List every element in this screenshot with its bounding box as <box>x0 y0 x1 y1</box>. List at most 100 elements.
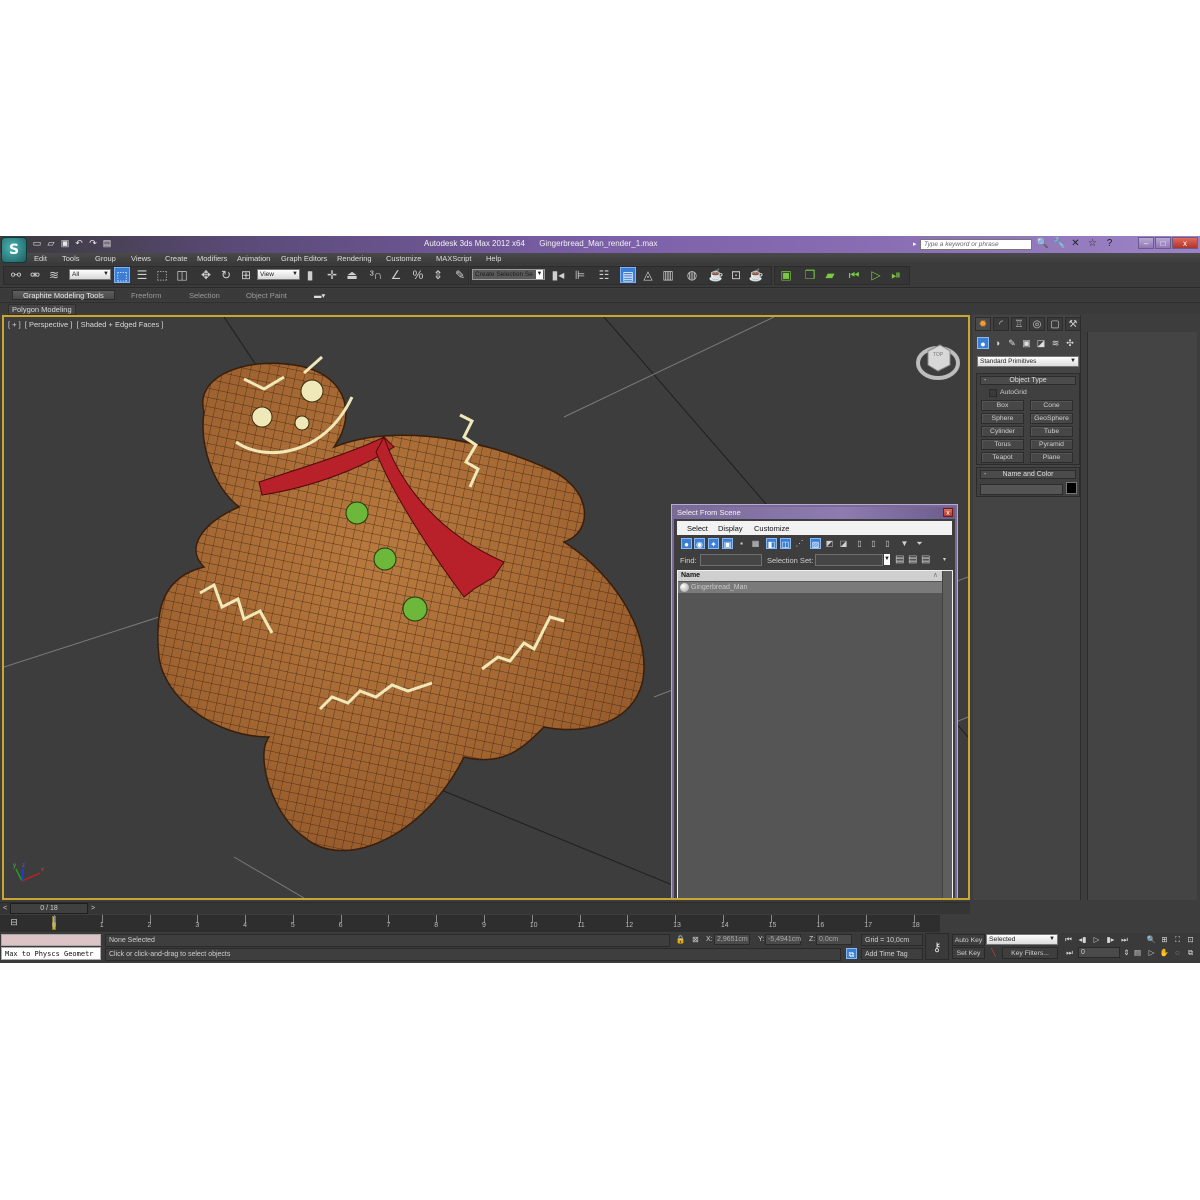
info-center-search-input[interactable]: Type a keyword or phrase <box>920 239 1032 250</box>
satellite-icon[interactable]: ✕ <box>1070 238 1081 250</box>
redo-icon[interactable]: ↷ <box>88 238 98 249</box>
physx-reset-icon[interactable]: ⏮ <box>846 267 862 283</box>
ribbon-options-icon[interactable]: ▬▾ <box>314 291 325 300</box>
display-geometry-icon[interactable]: ● <box>681 538 692 549</box>
create-box-button[interactable]: Box <box>981 400 1024 411</box>
list-scrollbar[interactable] <box>942 571 952 898</box>
go-to-end-icon[interactable]: ⏭ <box>1119 934 1130 945</box>
curve-editor-icon[interactable]: ◬ <box>640 267 656 283</box>
pan-icon[interactable]: ✋ <box>1159 947 1170 958</box>
viewport-point-of-view-menu[interactable]: [ Perspective ] <box>25 320 73 329</box>
schematic-view-icon[interactable]: ▥ <box>660 267 676 283</box>
pivot-center-icon[interactable]: ▮ <box>302 267 318 283</box>
binoculars-icon[interactable]: 🔍 <box>1036 238 1048 250</box>
create-sphere-button[interactable]: Sphere <box>981 413 1024 424</box>
modify-tab-icon[interactable]: ◜ <box>993 317 1009 331</box>
maximize-viewport-icon[interactable]: ⧉ <box>1185 947 1196 958</box>
wrench-icon[interactable]: 🔧 <box>1053 238 1065 250</box>
create-tube-button[interactable]: Tube <box>1030 426 1073 437</box>
x-coord-input[interactable]: 2,9651cm <box>714 934 750 945</box>
window-crossing-icon[interactable]: ◫ <box>174 267 190 283</box>
menu-modifiers[interactable]: Modifiers <box>197 254 227 263</box>
dialog-menu-select[interactable]: Select <box>687 524 708 533</box>
dialog-menu-customize[interactable]: Customize <box>754 524 789 533</box>
menu-rendering[interactable]: Rendering <box>337 254 372 263</box>
display-bones-icon[interactable]: ⋰ <box>794 538 805 549</box>
rotate-icon[interactable]: ↻ <box>218 267 234 283</box>
select-and-link-icon[interactable]: ⚯ <box>8 267 24 283</box>
display-xrefs-icon[interactable]: ◫ <box>780 538 791 549</box>
menu-animation[interactable]: Animation <box>237 254 270 263</box>
polygon-modeling-panel[interactable]: Polygon Modeling <box>8 304 76 315</box>
primitive-category-dropdown[interactable]: Standard Primitives ▼ <box>977 356 1079 367</box>
display-spacewarps-icon[interactable]: ▦ <box>750 538 761 549</box>
maxscript-mini-listener-input[interactable]: Max to Physcs Geometr <box>1 947 101 960</box>
object-color-swatch[interactable] <box>1066 482 1077 494</box>
orbit-icon[interactable]: ◌ <box>1172 947 1183 958</box>
display-cameras-icon[interactable]: ▣ <box>722 538 733 549</box>
remove-selection-set-icon[interactable]: ▤ <box>921 554 930 565</box>
object-name-input[interactable] <box>980 484 1063 495</box>
snaps-toggle-icon[interactable]: ³∩ <box>368 267 384 283</box>
previous-frame-icon[interactable]: ◂▮ <box>1077 934 1088 945</box>
gingerbread-man-model[interactable] <box>157 355 645 852</box>
menu-help[interactable]: Help <box>486 254 501 263</box>
keyboard-shortcut-toggle-icon[interactable]: ⏏ <box>344 267 360 283</box>
menu-create[interactable]: Create <box>165 254 188 263</box>
open-file-icon[interactable]: ▱ <box>46 238 56 249</box>
display-frozen-icon[interactable]: ◩ <box>824 538 835 549</box>
display-shapes-icon[interactable]: ◉ <box>694 538 705 549</box>
scene-object-list[interactable]: Name ∧ Gingerbread_Man <box>677 570 953 898</box>
select-object-icon[interactable]: ⬚ <box>114 267 130 283</box>
new-file-icon[interactable]: ▭ <box>32 238 42 249</box>
angle-snap-icon[interactable]: ∠ <box>388 267 404 283</box>
percent-snap-icon[interactable]: % <box>410 267 426 283</box>
close-button[interactable]: x <box>1172 237 1198 249</box>
render-production-icon[interactable]: ☕ <box>748 267 764 283</box>
zoom-extents-icon[interactable]: ⛶ <box>1172 934 1183 945</box>
named-selection-sets-dropdown[interactable]: Create Selection Se ▼ <box>472 269 545 280</box>
create-tab-icon[interactable]: ✹ <box>975 317 991 331</box>
z-coord-input[interactable]: 0,0cm <box>816 934 852 945</box>
space-warps-icon[interactable]: ≋ <box>1050 337 1062 349</box>
y-coord-input[interactable]: -5,4941cm <box>765 934 801 945</box>
manipulate-icon[interactable]: ✛ <box>324 267 340 283</box>
key-mode-toggle-icon[interactable]: ⏭ <box>1064 947 1075 958</box>
zoom-extents-all-icon[interactable]: ⊡ <box>1185 934 1196 945</box>
field-of-view-icon[interactable]: ▷ <box>1146 947 1157 958</box>
move-icon[interactable]: ✥ <box>198 267 214 283</box>
absolute-mode-transform-icon[interactable]: ⊠ <box>690 934 701 945</box>
track-bar[interactable]: ⊟ 0 1 2 3 4 5 6 7 8 9 10 11 12 13 14 15 16 17 18 <box>0 915 940 932</box>
key-filters-button[interactable]: Key Filters... <box>1002 947 1058 959</box>
helpers-icon[interactable]: ◪ <box>1035 337 1047 349</box>
time-slider-thumb[interactable]: 0 / 18 <box>10 903 88 914</box>
viewport-general-menu[interactable]: [ + ] <box>8 320 21 329</box>
mini-curve-editor-icon[interactable]: ⊟ <box>6 917 22 929</box>
add-time-tag-button[interactable]: Add Time Tag <box>861 948 923 960</box>
align-icon[interactable]: ⊫ <box>572 267 588 283</box>
customize-toolbar-icon[interactable]: ▾ <box>943 556 946 563</box>
autogrid-checkbox[interactable]: AutoGrid <box>989 389 1027 397</box>
scene-explorer-icon[interactable]: ▤ <box>620 267 636 283</box>
tab-freeform[interactable]: Freeform <box>131 291 161 300</box>
filter-icon[interactable]: ▼ <box>899 538 910 549</box>
dialog-close-button[interactable]: x <box>943 508 953 517</box>
undo-icon[interactable]: ↶ <box>74 238 84 249</box>
next-frame-button[interactable]: > <box>88 904 98 914</box>
menu-graph-editors[interactable]: Graph Editors <box>281 254 327 263</box>
physx-toolbar-icon-1[interactable]: ▣ <box>778 267 794 283</box>
display-groups-icon[interactable]: ◧ <box>766 538 777 549</box>
create-plane-button[interactable]: Plane <box>1030 452 1073 463</box>
geometry-icon[interactable]: ● <box>977 337 989 349</box>
hierarchy-tab-icon[interactable]: ♖ <box>1011 317 1027 331</box>
name-and-color-rollout-header[interactable]: - Name and Color <box>980 470 1076 479</box>
create-teapot-button[interactable]: Teapot <box>981 452 1024 463</box>
add-selection-set-icon[interactable]: ▤ <box>908 554 917 565</box>
utilities-tab-icon[interactable]: ⚒ <box>1065 317 1081 331</box>
select-invert-icon[interactable]: ▯ <box>882 538 893 549</box>
key-mode-dropdown[interactable]: Selected ▼ <box>986 934 1058 945</box>
layer-manager-icon[interactable]: ☷ <box>596 267 612 283</box>
tab-selection[interactable]: Selection <box>189 291 220 300</box>
physx-play-icon[interactable]: ▷ <box>868 267 884 283</box>
play-icon[interactable]: ▷ <box>1091 934 1102 945</box>
